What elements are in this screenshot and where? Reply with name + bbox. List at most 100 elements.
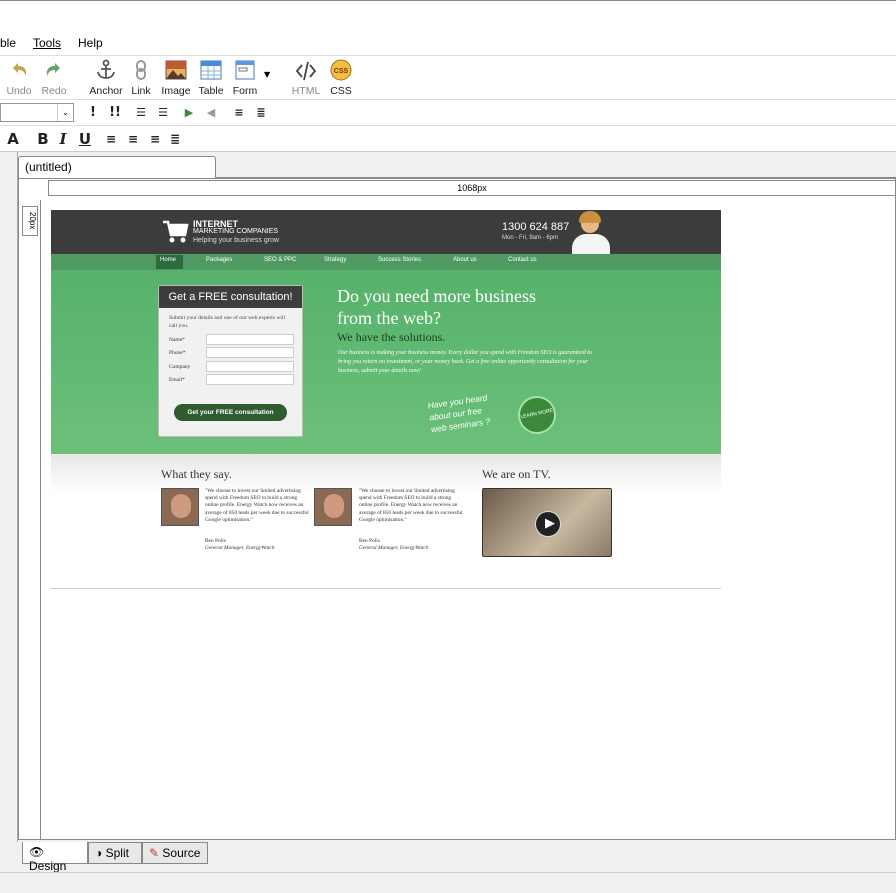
tab-split-label: Split — [105, 846, 129, 860]
image-label: Image — [161, 85, 191, 97]
email-field[interactable] — [206, 374, 294, 385]
html-button[interactable]: HTML — [290, 58, 322, 98]
play-button[interactable]: ▶ — [535, 511, 561, 537]
footer-divider — [51, 588, 721, 589]
consultation-button[interactable]: Get your FREE consultation — [174, 404, 287, 421]
company-field[interactable] — [206, 361, 294, 372]
ruler-divider — [40, 200, 41, 840]
align-top-icon[interactable]: ≡ — [230, 104, 248, 122]
testimonial-photo — [314, 488, 352, 526]
align-justify-icon[interactable]: ≣ — [166, 130, 184, 148]
play-icon: ▶ — [545, 516, 555, 531]
window-title-bar — [0, 0, 896, 32]
menu-tools[interactable]: Tools — [33, 36, 61, 50]
name-label: Name* — [169, 337, 185, 343]
nav-packages[interactable]: Packages — [206, 257, 232, 263]
form-intro: Submit your details and one of our web e… — [169, 315, 286, 329]
name-field[interactable] — [206, 334, 294, 345]
menu-help[interactable]: Help — [78, 36, 103, 50]
consultation-form: Get a FREE consultation! Submit your det… — [158, 285, 303, 437]
image-button[interactable]: Image — [160, 58, 192, 98]
tab-source[interactable]: ✎ Source — [142, 842, 208, 864]
tab-untitled[interactable]: (untitled) — [18, 156, 216, 178]
ordered-list-icon[interactable]: ☰ — [132, 104, 150, 122]
align-right-icon[interactable]: ≡ — [146, 130, 164, 148]
nav-home[interactable]: Home — [160, 257, 176, 263]
headline-line2: from the web? — [337, 308, 441, 328]
phone-field[interactable] — [206, 347, 294, 358]
hero-section: Get a FREE consultation! Submit your det… — [51, 270, 721, 454]
page-preview[interactable]: INTERNET MARKETING COMPANIES Helping you… — [51, 210, 721, 590]
testimonial-quote: "We choose to invest our limited adverti… — [205, 488, 309, 523]
css-button[interactable]: CSS CSS — [326, 58, 356, 98]
link-icon — [136, 60, 146, 80]
subheadline: We have the solutions. — [337, 330, 446, 344]
nav-about-us[interactable]: About us — [453, 257, 477, 263]
logo-line2: MARKETING COMPANIES — [193, 228, 279, 235]
logo-tagline: Helping your business grow — [193, 237, 279, 244]
status-bar — [0, 872, 896, 893]
site-header: INTERNET MARKETING COMPANIES Helping you… — [51, 210, 721, 254]
chevron-down-icon: ⌄ — [57, 104, 73, 121]
anchor-icon — [97, 59, 115, 79]
table-icon — [200, 60, 222, 80]
tab-design[interactable]: 👁 Design — [22, 842, 88, 873]
nav-strategy[interactable]: Strategy — [324, 257, 346, 263]
testimonial-author: Ben Polis — [359, 538, 380, 544]
link-button[interactable]: Link — [128, 58, 154, 98]
align-left-icon[interactable]: ≡ — [102, 130, 120, 148]
html-label: HTML — [291, 85, 321, 97]
webinar-callout: Have you heard about our free web semina… — [427, 389, 511, 436]
form-title: Get a FREE consultation! — [159, 286, 302, 308]
text-format-toolbar: A B I U ≡ ≡ ≡ ≣ — [0, 126, 896, 152]
testimonial-quote: "We choose to invest our limited adverti… — [359, 488, 463, 523]
align-center-icon[interactable]: ≡ — [124, 130, 142, 148]
email-label: Email* — [169, 377, 185, 383]
headline-line1: Do you need more business — [337, 286, 536, 306]
left-panel — [0, 152, 18, 842]
form-button[interactable]: Form — [230, 58, 260, 98]
important-button[interactable]: ! — [84, 104, 102, 122]
lower-section: What they say. We are on TV. "We choose … — [51, 454, 721, 590]
bold-button[interactable]: B — [34, 130, 52, 148]
unordered-list-icon[interactable]: ☰ — [154, 104, 172, 122]
testimonial-photo — [161, 488, 199, 526]
width-ruler: 1068px — [48, 180, 896, 196]
italic-button[interactable]: I — [54, 130, 72, 148]
table-label: Table — [198, 85, 224, 97]
undo-button[interactable]: Undo — [4, 58, 34, 98]
phone-label: Phone* — [169, 350, 186, 356]
menu-table[interactable]: ble — [0, 36, 16, 50]
testimonial-author: Ben Polis — [205, 538, 226, 544]
nav-seo-ppc[interactable]: SEO & PPC — [264, 257, 296, 263]
css-icon: CSS — [330, 59, 352, 81]
nav-contact-us[interactable]: Contact us — [508, 257, 537, 263]
form-dropdown-arrow-icon[interactable]: ▼ — [264, 70, 270, 79]
testimonials-title: What they say. — [161, 467, 232, 481]
tv-video-thumbnail[interactable]: ▶ — [482, 488, 612, 557]
phone-number: 1300 624 887 — [502, 221, 570, 233]
office-hours: Mon - Fri, 9am - 6pm — [502, 235, 559, 241]
format-select[interactable]: ⌄ — [0, 103, 74, 122]
anchor-button[interactable]: Anchor — [88, 58, 124, 98]
learn-more-button[interactable]: LEARN MORE — [514, 392, 560, 438]
nav-success-stories[interactable]: Success Stories — [378, 257, 421, 263]
form-icon — [235, 60, 255, 80]
underline-button[interactable]: U — [76, 130, 94, 148]
indent-icon[interactable]: ▶ — [180, 104, 198, 122]
anchor-label: Anchor — [89, 85, 123, 97]
image-icon — [165, 60, 187, 80]
source-icon: ✎ — [149, 846, 160, 860]
redo-button[interactable]: Redo — [38, 58, 70, 98]
font-size-increase-icon[interactable]: A — [4, 130, 22, 148]
testimonial-role: General Manager, EnergyWatch — [359, 545, 429, 551]
outdent-icon[interactable]: ◀ — [202, 104, 220, 122]
table-button[interactable]: Table — [196, 58, 226, 98]
format-toolbar: ⌄ ! !! ☰ ☰ ▶ ◀ ≡ ≣ — [0, 100, 896, 126]
important-strong-button[interactable]: !! — [106, 104, 124, 122]
tab-split[interactable]: ◑ Split — [88, 842, 142, 864]
eye-icon: 👁 — [29, 845, 45, 859]
align-middle-icon[interactable]: ≣ — [252, 104, 270, 122]
css-label: CSS — [330, 85, 352, 97]
split-icon: ◑ — [95, 846, 103, 860]
